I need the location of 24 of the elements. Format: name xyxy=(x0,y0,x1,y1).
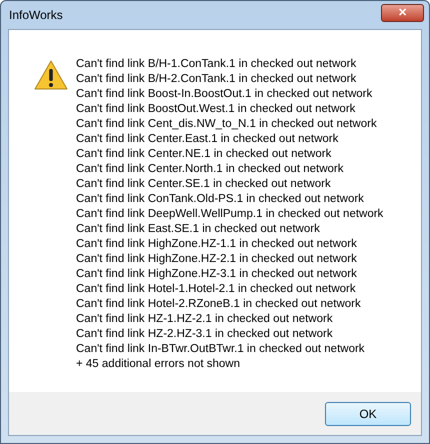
error-message: Can't find link East.SE.1 in checked out network xyxy=(76,222,321,237)
error-message: Can't find link BoostOut.West.1 in checked out network xyxy=(76,102,356,117)
error-message: Can't find link Center.North.1 in checked out network xyxy=(76,162,344,177)
error-message: Can't find link HZ-1.HZ-2.1 in checked out network xyxy=(76,312,334,327)
error-message: Can't find link ConTank.Old-PS.1 in checked out network xyxy=(76,192,365,207)
error-message: Can't find link B/H-2.ConTank.1 in checked out network xyxy=(76,72,358,87)
error-message: Can't find link Cent_dis.NW_to_N.1 in checked out network xyxy=(76,117,378,132)
error-message: + 45 additional errors not shown xyxy=(76,357,241,372)
error-message: Can't find link HighZone.HZ-3.1 in checked out network xyxy=(76,267,358,282)
error-message: Can't find link HZ-2.HZ-3.1 in checked out network xyxy=(76,327,334,342)
warning-icon xyxy=(34,60,68,90)
error-message: Can't find link In-BTwr.OutBTwr.1 in checked out network xyxy=(76,342,366,357)
error-message: Can't find link Center.East.1 in checked out network xyxy=(76,132,340,147)
error-message: Can't find link DeepWell.WellPump.1 in checked out network xyxy=(76,207,384,222)
error-message: Can't find link B/H-1.ConTank.1 in checked out network xyxy=(76,57,358,72)
error-message: Can't find link Center.NE.1 in checked out network xyxy=(76,147,332,162)
error-message: Can't find link HighZone.HZ-2.1 in checked out network xyxy=(76,252,358,267)
ok-button[interactable]: OK xyxy=(325,402,411,426)
window-title: InfoWorks xyxy=(9,7,63,24)
error-message: Can't find link Center.SE.1 in checked out network xyxy=(76,177,332,192)
error-message: Can't find link Boost-In.BoostOut.1 in checked out network xyxy=(76,87,374,102)
error-message: Can't find link Hotel-1.Hotel-2.1 in checked out network xyxy=(76,282,357,297)
error-message: Can't find link HighZone.HZ-1.1 in checked out network xyxy=(76,237,358,252)
error-message: Can't find link Hotel-2.RZoneB.1 in checked out network xyxy=(76,297,362,312)
